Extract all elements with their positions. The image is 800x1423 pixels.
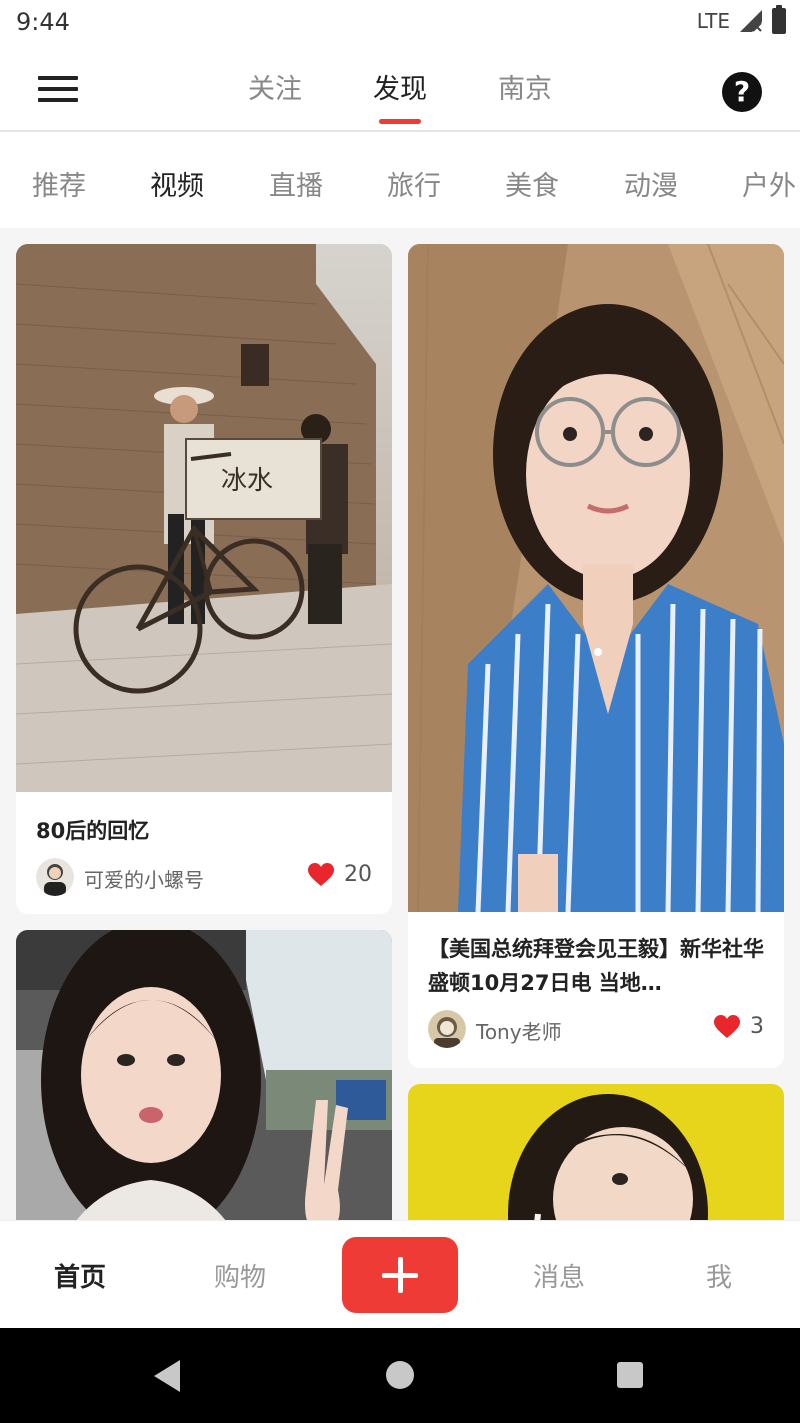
status-time: 9:44 — [16, 8, 70, 36]
bottom-navigation: 首页 购物 消息 我 — [0, 1220, 800, 1328]
top-navigation: 关注 发现 南京 ? — [0, 48, 800, 132]
network-type: LTE — [696, 9, 730, 33]
category-anime[interactable]: 动漫 — [624, 164, 678, 203]
category-video[interactable]: 视频 — [150, 164, 204, 203]
author-name[interactable]: Tony老师 — [476, 1016, 562, 1045]
author-name[interactable]: 可爱的小螺号 — [84, 864, 204, 893]
category-recommend[interactable]: 推荐 — [32, 164, 86, 203]
category-live[interactable]: 直播 — [269, 164, 323, 203]
battery-icon — [772, 5, 786, 34]
help-icon[interactable]: ? — [722, 72, 762, 112]
back-icon[interactable] — [154, 1360, 180, 1392]
like-button[interactable]: 3 — [714, 1014, 764, 1039]
card-image: 冰水 — [16, 244, 392, 792]
home-icon[interactable] — [386, 1361, 414, 1389]
feed[interactable]: 冰水 80后的回忆 可爱的小螺号 20 【美国总统拜登会见王毅】新华社华盛顿10… — [0, 228, 800, 1220]
svg-text:冰水: 冰水 — [221, 466, 273, 496]
card-meta: Tony老师 3 — [428, 1010, 764, 1050]
nav-me[interactable]: 我 — [659, 1257, 779, 1294]
status-icons: LTE — [696, 5, 786, 34]
card-image — [16, 930, 392, 1220]
like-count: 3 — [750, 1014, 764, 1039]
status-bar: 9:44 LTE — [0, 0, 800, 48]
feed-card[interactable]: 冰水 80后的回忆 可爱的小螺号 20 — [16, 244, 392, 914]
card-title: 【美国总统拜登会见王毅】新华社华盛顿10月27日电 当地… — [428, 937, 764, 995]
feed-card[interactable]: 【美国总统拜登会见王毅】新华社华盛顿10月27日电 当地… Tony老师 3 — [408, 244, 784, 1068]
menu-icon[interactable] — [38, 76, 78, 106]
nav-shopping[interactable]: 购物 — [180, 1257, 300, 1294]
category-tabs: 推荐 视频 直播 旅行 美食 动漫 户外 — [0, 134, 800, 228]
nav-messages[interactable]: 消息 — [499, 1257, 619, 1294]
feed-card[interactable] — [16, 930, 392, 1220]
system-navigation-bar — [0, 1328, 800, 1423]
plus-icon — [382, 1257, 418, 1293]
avatar[interactable] — [428, 1010, 466, 1048]
card-meta: 可爱的小螺号 20 — [36, 858, 372, 898]
category-travel[interactable]: 旅行 — [387, 164, 441, 203]
tab-discover[interactable]: 发现 — [345, 68, 455, 124]
category-food[interactable]: 美食 — [505, 164, 559, 203]
card-title: 80后的回忆 — [36, 819, 150, 843]
avatar[interactable] — [36, 858, 74, 896]
tab-follow[interactable]: 关注 — [220, 68, 330, 124]
card-image — [408, 1084, 784, 1220]
feed-card[interactable] — [408, 1084, 784, 1220]
tab-nanjing[interactable]: 南京 — [470, 68, 580, 124]
like-count: 20 — [344, 862, 372, 887]
publish-button[interactable] — [342, 1237, 458, 1313]
like-button[interactable]: 20 — [308, 862, 372, 887]
recents-icon[interactable] — [617, 1362, 643, 1388]
nav-home[interactable]: 首页 — [20, 1257, 140, 1294]
signal-icon — [740, 10, 762, 32]
card-image — [408, 244, 784, 912]
heart-icon — [308, 862, 334, 886]
heart-icon — [714, 1014, 740, 1038]
top-tabs: 关注 发现 南京 — [220, 68, 580, 124]
category-outdoor[interactable]: 户外 — [742, 164, 796, 203]
